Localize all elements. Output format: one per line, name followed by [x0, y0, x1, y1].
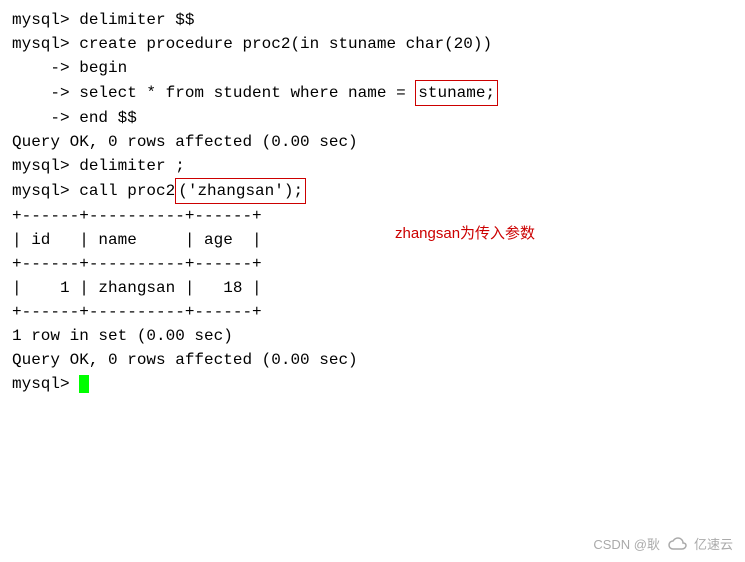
terminal-line: mysql> delimiter ;	[12, 154, 733, 178]
cursor-icon	[79, 375, 89, 393]
terminal-line: Query OK, 0 rows affected (0.00 sec)	[12, 130, 733, 154]
terminal-line: -> select * from student where name = st…	[12, 80, 733, 106]
highlight-box-param: ('zhangsan');	[175, 178, 306, 204]
terminal-line: 1 row in set (0.00 sec)	[12, 324, 733, 348]
prompt-text: mysql>	[12, 375, 79, 393]
terminal-prompt[interactable]: mysql>	[12, 372, 733, 396]
highlight-box-stuname: stuname;	[415, 80, 498, 106]
terminal-text: mysql> call proc2	[12, 182, 175, 200]
annotation-text: zhangsan为传入参数	[395, 223, 535, 246]
terminal-line: Query OK, 0 rows affected (0.00 sec)	[12, 348, 733, 372]
terminal-line: mysql> create procedure proc2(in stuname…	[12, 32, 733, 56]
table-row: | 1 | zhangsan | 18 |	[12, 276, 733, 300]
table-border: +------+----------+------+	[12, 300, 733, 324]
cloud-icon	[666, 537, 688, 551]
table-header: | id | name | age |	[12, 228, 733, 252]
table-border: +------+----------+------+	[12, 204, 733, 228]
watermark: CSDN @耿 亿速云	[593, 535, 733, 555]
terminal-line: -> begin	[12, 56, 733, 80]
terminal-text: -> select * from student where name =	[12, 84, 415, 102]
terminal-line: mysql> call proc2('zhangsan');	[12, 178, 733, 204]
terminal-line: mysql> delimiter $$	[12, 8, 733, 32]
table-border: +------+----------+------+	[12, 252, 733, 276]
watermark-text-brand: 亿速云	[694, 535, 733, 555]
watermark-text-csdn: CSDN @耿	[593, 535, 660, 555]
terminal-line: -> end $$	[12, 106, 733, 130]
